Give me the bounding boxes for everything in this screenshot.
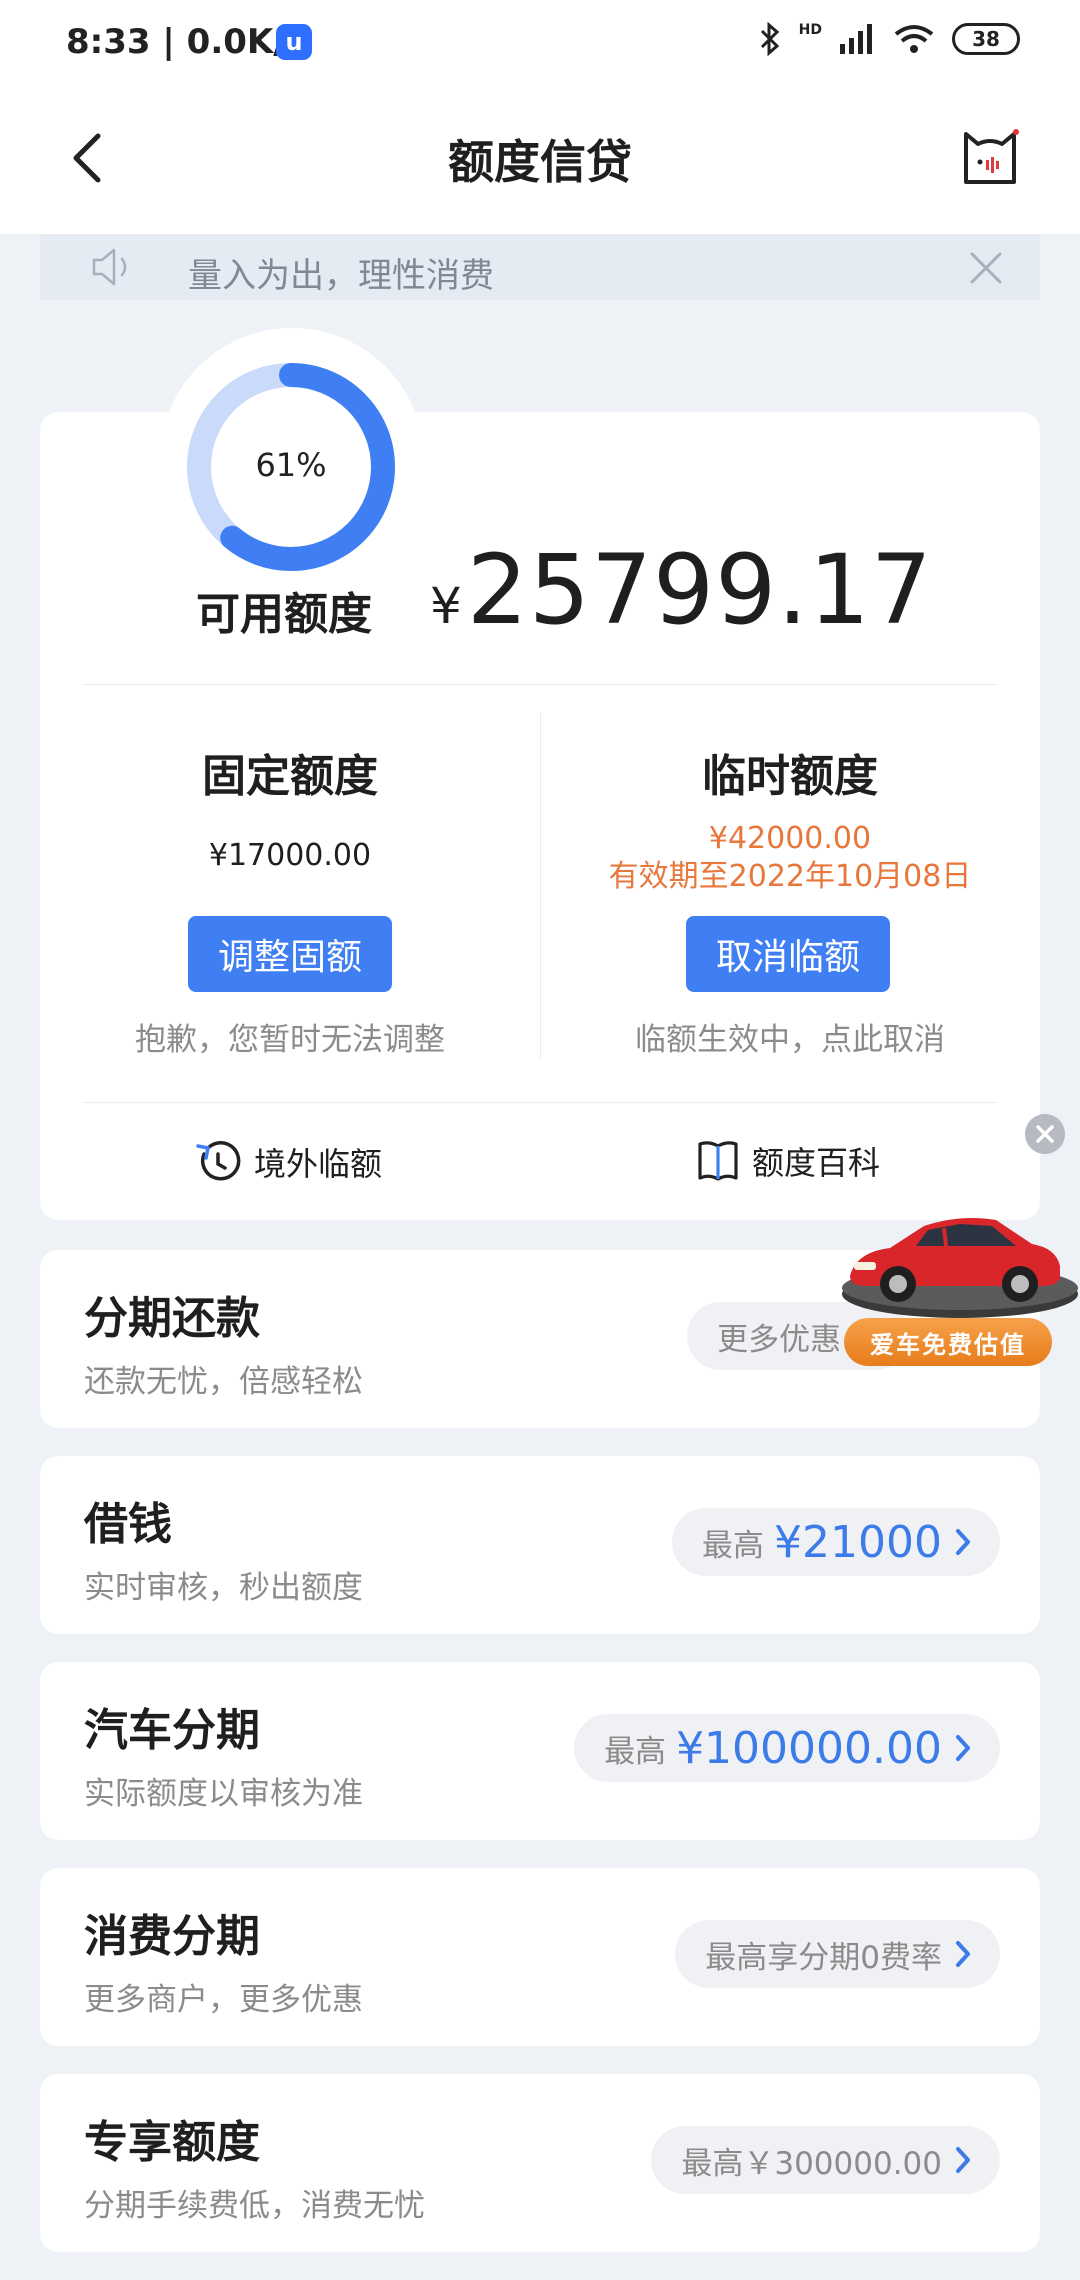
pill-value: ¥100000.00 bbox=[676, 1722, 942, 1774]
adjust-fixed-credit-button[interactable]: 调整固额 bbox=[188, 916, 392, 992]
bluetooth-icon bbox=[760, 22, 779, 56]
book-icon bbox=[698, 1141, 738, 1181]
service-card-consumer-installment[interactable]: 消费分期 更多商户，更多优惠 最高享分期0费率 bbox=[40, 1868, 1040, 2046]
chevron-right-icon bbox=[956, 1735, 970, 1761]
service-pill[interactable]: 最高享分期0费率 bbox=[675, 1920, 1000, 1988]
fixed-credit-hint: 抱歉，您暂时无法调整 bbox=[135, 1022, 445, 1058]
credit-encyclopedia-label: 额度百科 bbox=[752, 1144, 881, 1182]
hd-label: HD bbox=[798, 22, 822, 38]
signal-icon bbox=[840, 24, 872, 54]
vertical-divider bbox=[540, 712, 541, 1060]
wifi-icon bbox=[894, 25, 934, 53]
service-subtitle: 实际额度以审核为准 bbox=[84, 1776, 363, 1812]
speaker-icon bbox=[92, 248, 127, 286]
chevron-right-icon bbox=[956, 1529, 970, 1555]
notice-text: 量入为出，理性消费 bbox=[188, 256, 494, 296]
overseas-credit-label: 境外临额 bbox=[254, 1145, 383, 1183]
status-icons: HD 38 bbox=[759, 22, 1020, 56]
page-title: 额度信贷 bbox=[448, 135, 632, 189]
chevron-right-icon bbox=[956, 2147, 970, 2173]
temporary-credit-validity: 有效期至2022年10月08日 bbox=[608, 859, 972, 894]
pill-text: 最高 bbox=[702, 1527, 765, 1564]
service-subtitle: 实时审核，秒出额度 bbox=[84, 1570, 363, 1606]
pill-text: 最高享分期0费率 bbox=[705, 1939, 942, 1976]
service-title: 消费分期 bbox=[84, 1911, 260, 1962]
service-card-car-installment[interactable]: 汽车分期 实际额度以审核为准 最高 ¥100000.00 bbox=[40, 1662, 1040, 1840]
airplane-clock-icon bbox=[196, 1141, 241, 1181]
service-subtitle: 还款无忧，倍感轻松 bbox=[84, 1364, 363, 1400]
service-pill[interactable]: 最高￥300000.00 bbox=[651, 2126, 1000, 2194]
available-amount-value: 25799.17 bbox=[466, 534, 933, 646]
divider bbox=[82, 684, 998, 685]
fixed-credit-title: 固定额度 bbox=[202, 751, 378, 802]
app-badge-icon: u bbox=[276, 24, 312, 60]
status-bar: 8:33 | 0.0K/s u HD 38 bbox=[0, 0, 1080, 88]
ad-close-icon[interactable] bbox=[1025, 1114, 1065, 1154]
pill-value: ¥21000 bbox=[774, 1516, 942, 1568]
service-subtitle: 分期手续费低，消费无忧 bbox=[84, 2188, 425, 2224]
service-pill[interactable]: 最高 ¥21000 bbox=[672, 1508, 1000, 1576]
credit-encyclopedia-link[interactable]: 额度百科 bbox=[696, 1138, 880, 1184]
temporary-credit-amount: ¥42000.00 bbox=[708, 821, 872, 856]
service-pill[interactable]: 最高 ¥100000.00 bbox=[574, 1714, 1000, 1782]
fixed-credit-amount: ¥17000.00 bbox=[208, 838, 372, 873]
service-title: 借钱 bbox=[84, 1499, 172, 1550]
nav-bar: 额度信贷 bbox=[0, 88, 1080, 234]
service-card-borrow[interactable]: 借钱 实时审核，秒出额度 最高 ¥21000 bbox=[40, 1456, 1040, 1634]
service-card-exclusive-credit[interactable]: 专享额度 分期手续费低，消费无忧 最高￥300000.00 bbox=[40, 2074, 1040, 2252]
usage-percent: 61% bbox=[255, 446, 327, 484]
battery-icon: 38 bbox=[952, 23, 1020, 55]
pill-text: 最高 bbox=[604, 1733, 667, 1770]
currency-symbol: ¥ bbox=[430, 577, 463, 635]
temporary-credit-title: 临时额度 bbox=[702, 751, 878, 802]
chevron-right-icon bbox=[956, 1941, 970, 1967]
temporary-credit-hint[interactable]: 临额生效中，点此取消 bbox=[560, 1014, 1020, 1059]
service-title: 汽车分期 bbox=[84, 1705, 260, 1756]
overseas-credit-link[interactable]: 境外临额 bbox=[194, 1138, 382, 1186]
available-credit-label: 可用额度 bbox=[196, 589, 372, 640]
battery-level: 38 bbox=[972, 27, 1000, 51]
status-time: 8:33 | 0.0K/s bbox=[66, 22, 306, 62]
service-title: 专享额度 bbox=[84, 2117, 260, 2168]
cancel-temporary-credit-button[interactable]: 取消临额 bbox=[686, 916, 890, 992]
service-subtitle: 更多商户，更多优惠 bbox=[84, 1982, 363, 2018]
car-valuation-ad-label[interactable]: 爱车免费估值 bbox=[844, 1318, 1052, 1366]
pill-text: 最高￥300000.00 bbox=[681, 2145, 942, 2182]
cat-mascot-icon[interactable] bbox=[958, 124, 1022, 188]
divider bbox=[82, 1102, 998, 1103]
notice-banner: 量入为出，理性消费 bbox=[40, 234, 1040, 300]
service-title: 分期还款 bbox=[84, 1293, 260, 1344]
available-credit-amount: ¥25799.17 bbox=[430, 534, 933, 646]
close-icon[interactable] bbox=[968, 250, 1004, 286]
